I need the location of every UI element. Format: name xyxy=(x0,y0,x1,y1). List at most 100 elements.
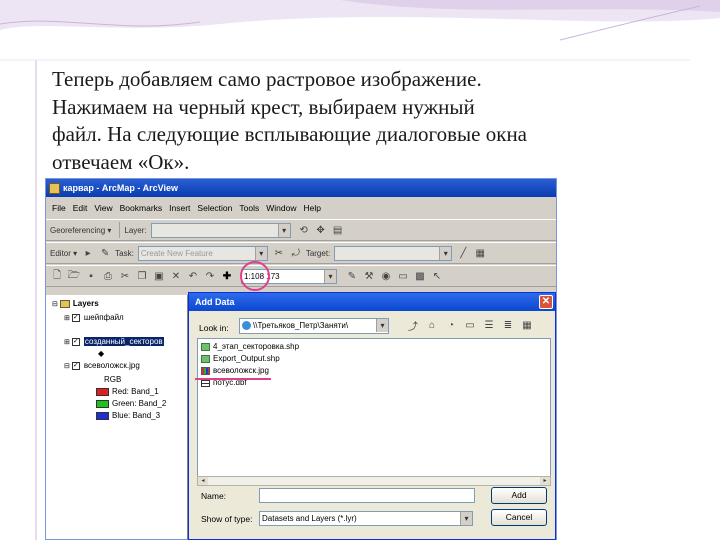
toc-layer-item[interactable]: ⊟ ✓ всеволожск.jpg xyxy=(64,361,140,370)
copy-icon[interactable]: ❐ xyxy=(135,269,149,283)
menu-insert[interactable]: Insert xyxy=(169,203,190,213)
georeferencing-menu[interactable]: Georeferencing ▾ xyxy=(50,226,111,235)
toc-layer-item[interactable]: ⊞ ✓ шейпфайл xyxy=(64,313,124,322)
raster-icon xyxy=(201,366,210,375)
undo-icon[interactable]: ↶ xyxy=(186,269,200,283)
attributes-icon[interactable]: ▦ xyxy=(473,246,487,260)
target-select[interactable] xyxy=(334,245,453,261)
file-type-value: Datasets and Layers (*.lyr) xyxy=(262,514,357,523)
rotate-icon[interactable]: ⟲ xyxy=(297,223,311,237)
layer-select[interactable] xyxy=(150,222,291,238)
arctoolbox-icon[interactable]: ⚒ xyxy=(362,269,376,283)
selection-underline xyxy=(195,378,271,380)
file-item[interactable]: всеволожск.jpg xyxy=(201,366,269,375)
help-icon[interactable]: ↖ xyxy=(430,269,444,283)
name-label: Name: xyxy=(201,491,227,501)
pencil-icon[interactable]: ✎ xyxy=(98,246,112,260)
expand-icon[interactable]: ⊞ xyxy=(64,314,70,322)
band-label: Red: Band_1 xyxy=(112,387,159,396)
save-icon[interactable]: ▪ xyxy=(84,269,98,283)
horizontal-scrollbar[interactable]: ◂ ▸ xyxy=(197,476,551,486)
details-view-icon[interactable]: ≣ xyxy=(500,318,516,333)
file-item[interactable]: Export_Output.shp xyxy=(201,354,280,363)
menu-view[interactable]: View xyxy=(94,203,112,213)
arcmap-title: карвар - ArcMap - ArcView xyxy=(63,183,178,193)
slide-line-2: Нажимаем на черный крест, выбираем нужны… xyxy=(52,94,475,119)
file-name: Export_Output.shp xyxy=(213,354,280,363)
network-folder-icon xyxy=(242,321,251,331)
dialog-title: Add Data xyxy=(195,297,235,307)
band-green-row: Green: Band_2 xyxy=(96,399,166,408)
file-type-select[interactable]: Datasets and Layers (*.lyr) xyxy=(259,511,473,526)
paste-icon[interactable]: ▣ xyxy=(152,269,166,283)
task-select[interactable]: Create New Feature xyxy=(137,245,268,261)
look-in-value: \\Третьяков_Петр\Заняти\ xyxy=(253,321,349,330)
open-folder-icon[interactable]: 🗁 xyxy=(67,269,81,283)
show-type-label: Show of type: xyxy=(201,514,253,524)
new-document-icon[interactable]: 🗋 xyxy=(50,269,64,283)
split-icon[interactable]: ✂ xyxy=(272,246,286,260)
green-band-swatch xyxy=(96,399,109,408)
menu-window[interactable]: Window xyxy=(266,203,296,213)
arccatalog-icon[interactable]: ◉ xyxy=(379,269,393,283)
layer-label: Layer: xyxy=(124,225,147,235)
point-symbol-icon: ◆ xyxy=(98,349,105,358)
expand-icon[interactable]: ⊞ xyxy=(64,338,70,346)
collapse-icon[interactable]: ⊟ xyxy=(64,362,70,370)
layer-visibility-checkbox[interactable]: ✓ xyxy=(71,313,80,322)
command-line-icon[interactable]: ▭ xyxy=(396,269,410,283)
menu-selection[interactable]: Selection xyxy=(197,203,232,213)
file-item[interactable]: 4_этап_секторовка.shp xyxy=(201,342,299,351)
toc-layer-item[interactable]: ⊞ ✓ созданный_секторов xyxy=(64,337,164,346)
collapse-icon[interactable]: ⊟ xyxy=(52,300,58,308)
connect-folder-icon[interactable]: ◔ xyxy=(443,318,459,333)
sketch-tool-icon[interactable]: ▸ xyxy=(81,246,95,260)
toc-layer-label: созданный_секторов xyxy=(83,337,164,346)
slide-body-text: Теперь добавляем само растровое изображе… xyxy=(52,66,672,176)
menu-file[interactable]: File xyxy=(52,203,66,213)
layer-visibility-checkbox[interactable]: ✓ xyxy=(71,361,80,370)
editor-toolbar: Editor ▾ ▸ ✎ Task: Create New Feature ✂ … xyxy=(46,242,556,264)
highlight-circle xyxy=(240,261,270,291)
home-icon[interactable]: ⌂ xyxy=(424,318,440,333)
cancel-button[interactable]: Cancel xyxy=(491,509,547,526)
scroll-right-icon[interactable]: ▸ xyxy=(540,477,550,485)
name-field[interactable] xyxy=(259,488,475,503)
dialog-titlebar[interactable]: Add Data ✕ xyxy=(189,293,555,311)
print-icon[interactable]: ⎙ xyxy=(101,269,115,283)
thumbnail-view-icon[interactable]: ▦ xyxy=(519,318,535,333)
model-builder-icon[interactable]: ▩ xyxy=(413,269,427,283)
redo-icon[interactable]: ↷ xyxy=(203,269,217,283)
up-one-level-icon[interactable]: ⤴ xyxy=(405,318,421,333)
arcmap-titlebar[interactable]: карвар - ArcMap - ArcView xyxy=(46,179,556,197)
list-view-icon[interactable]: ☰ xyxy=(481,318,497,333)
close-icon[interactable]: ✕ xyxy=(539,295,553,309)
menu-bookmarks[interactable]: Bookmarks xyxy=(120,203,163,213)
rotate-edit-icon[interactable]: ⤾ xyxy=(289,246,303,260)
arcmap-menubar: File Edit View Bookmarks Insert Selectio… xyxy=(46,200,556,216)
link-table-icon[interactable]: ▤ xyxy=(331,223,345,237)
add-data-icon[interactable]: ✚ xyxy=(220,269,234,283)
toc-layer-label: всеволожск.jpg xyxy=(83,361,140,370)
menu-tools[interactable]: Tools xyxy=(239,203,259,213)
shift-icon[interactable]: ✥ xyxy=(314,223,328,237)
add-button[interactable]: Add xyxy=(491,487,547,504)
editor-menu[interactable]: Editor ▾ xyxy=(50,249,77,258)
layer-visibility-checkbox[interactable]: ✓ xyxy=(71,337,80,346)
blue-band-swatch xyxy=(96,411,109,420)
band-label: Green: Band_2 xyxy=(112,399,167,408)
scroll-left-icon[interactable]: ◂ xyxy=(198,477,208,485)
rgb-label: RGB xyxy=(104,375,122,384)
new-folder-icon[interactable]: ▭ xyxy=(462,318,478,333)
toolbar-separator xyxy=(119,222,121,238)
menu-help[interactable]: Help xyxy=(303,203,320,213)
file-list[interactable]: 4_этап_секторовка.shp Export_Output.shp … xyxy=(197,338,551,478)
standard-toolbar: 🗋 🗁 ▪ ⎙ ✂ ❐ ▣ ✕ ↶ ↷ ✚ 1:108 173 ✎ ⚒ ◉ ▭ … xyxy=(46,265,556,287)
toc-layers-root[interactable]: ⊟ Layers xyxy=(52,299,99,308)
delete-icon[interactable]: ✕ xyxy=(169,269,183,283)
look-in-select[interactable]: \\Третьяков_Петр\Заняти\ xyxy=(239,318,389,334)
menu-edit[interactable]: Edit xyxy=(73,203,88,213)
editor-toolbar-icon[interactable]: ✎ xyxy=(345,269,359,283)
sketch-line-icon[interactable]: ╱ xyxy=(456,246,470,260)
cut-icon[interactable]: ✂ xyxy=(118,269,132,283)
